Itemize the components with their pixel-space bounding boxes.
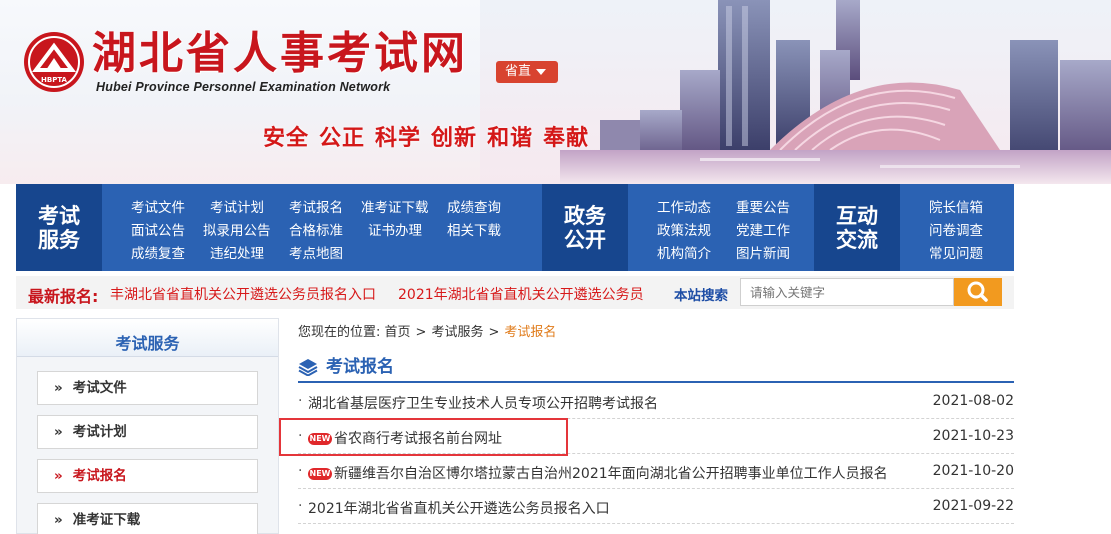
breadcrumb-separator: > <box>488 325 500 340</box>
latest-registration-bar: 最新报名: 丰湖北省省直机关公开遴选公务员报名入口 2021年湖北省省直机关公开… <box>16 276 1014 309</box>
nav-link[interactable]: 面试公告 <box>131 219 185 239</box>
breadcrumb: 您现在的位置: 首页 > 考试服务 > 考试报名 <box>298 321 556 340</box>
nav-link[interactable]: 图片新闻 <box>736 242 790 262</box>
nav-link[interactable]: 重要公告 <box>736 196 790 216</box>
layers-icon <box>298 359 318 376</box>
section-title: 考试报名 <box>326 357 394 377</box>
nav-link[interactable]: 问卷调查 <box>929 219 983 239</box>
nav-heading-interaction: 互动 交流 <box>836 203 878 252</box>
nav-link[interactable]: 考试报名 <box>289 196 343 216</box>
site-title[interactable]: 湖北省人事考试网 <box>92 28 468 80</box>
nav-link[interactable]: 合格标准 <box>289 219 343 239</box>
list-item[interactable]: · 2021年湖北省省直机关公开遴选公务员报名入口 2021-09-22 <box>298 489 1014 524</box>
nav-link[interactable]: 考点地图 <box>289 242 343 262</box>
slogan-word: 公正 <box>319 126 366 151</box>
nav-link[interactable]: 相关下载 <box>447 219 501 239</box>
section-heading: 考试报名 <box>298 352 394 377</box>
nav-link[interactable]: 违纪处理 <box>210 242 264 262</box>
list-item-date: 2021-08-02 <box>932 393 1014 409</box>
list-item[interactable]: · 湖北省基层医疗卫生专业技术人员专项公开招聘考试报名 2021-08-02 <box>298 384 1014 419</box>
slogan-word: 安全 <box>263 126 310 151</box>
slogan-word: 奉献 <box>543 126 590 151</box>
double-chevron-right-icon: » <box>54 380 63 396</box>
nav-heading-exam-service: 考试 服务 <box>38 203 80 252</box>
main-navigation: 考试 服务 考试文件 考试计划 考试报名 准考证下载 成绩查询 面试公告 拟录用… <box>16 184 1014 271</box>
double-chevron-right-icon: » <box>54 468 63 484</box>
sidebar-item-label: 考试文件 <box>72 380 127 396</box>
nav-heading-government: 政务 公开 <box>564 203 606 252</box>
nav-link[interactable]: 院长信箱 <box>929 196 983 216</box>
logo-icon: HBPTA <box>24 32 84 92</box>
list-item-title-wrap[interactable]: NEW 新疆维吾尔自治区博尔塔拉蒙古自治州2021年面向湖北省公开招聘事业单位工作… <box>308 463 888 483</box>
sidebar-item-exam-registration[interactable]: » 考试报名 <box>37 459 258 493</box>
double-chevron-right-icon: » <box>54 424 63 440</box>
breadcrumb-link-exam-service[interactable]: 考试服务 <box>431 325 483 340</box>
caret-down-icon <box>536 68 547 75</box>
breadcrumb-prefix: 您现在的位置: <box>298 325 381 340</box>
bullet: · <box>298 463 303 479</box>
nav-link[interactable]: 政策法规 <box>657 219 711 239</box>
search-button[interactable] <box>954 278 1002 306</box>
nav-link[interactable]: 成绩查询 <box>447 196 501 216</box>
header-banner: HBPTA 湖北省人事考试网 Hubei Province Personnel … <box>0 0 1111 184</box>
nav-block-interaction: 互动 交流 <box>814 184 900 271</box>
list-item-date: 2021-09-22 <box>932 498 1014 514</box>
slogan-word: 科学 <box>375 126 422 151</box>
bullet: · <box>298 393 303 409</box>
slogan: 安全 公正 科学 创新 和谐 奉献 <box>263 120 599 152</box>
nav-link[interactable]: 常见问题 <box>929 242 983 262</box>
list-item-title[interactable]: 新疆维吾尔自治区博尔塔拉蒙古自治州2021年面向湖北省公开招聘事业单位工作人员报… <box>334 466 888 482</box>
department-dropdown-label: 省直 <box>505 64 532 79</box>
highlight-box <box>279 418 568 456</box>
nav-link[interactable]: 考试计划 <box>210 196 264 216</box>
slogan-word: 和谐 <box>487 126 534 151</box>
sidebar-item-label: 准考证下载 <box>72 512 141 528</box>
breadcrumb-separator: > <box>415 325 427 340</box>
nav-block-government: 政务 公开 <box>542 184 628 271</box>
sidebar-header: 考试服务 <box>17 319 278 357</box>
list-item-title[interactable]: 湖北省基层医疗卫生专业技术人员专项公开招聘考试报名 <box>308 393 658 413</box>
nav-link[interactable]: 证书办理 <box>368 219 422 239</box>
double-chevron-right-icon: » <box>54 512 63 528</box>
breadcrumb-link-home[interactable]: 首页 <box>385 325 411 340</box>
site-subtitle: Hubei Province Personnel Examination Net… <box>96 80 391 94</box>
sidebar: 考试服务 » 考试文件 » 考试计划 » 考试报名 » 准考证下载 <box>16 318 279 534</box>
sidebar-title: 考试服务 <box>115 334 180 353</box>
nav-link[interactable]: 准考证下载 <box>361 196 429 216</box>
nav-link[interactable]: 工作动态 <box>657 196 711 216</box>
latest-registration-link[interactable]: 丰湖北省省直机关公开遴选公务员报名入口 <box>110 284 376 304</box>
latest-registration-label: 最新报名: <box>28 287 99 306</box>
new-badge-icon: NEW <box>308 468 332 480</box>
latest-registration-link[interactable]: 2021年湖北省省直机关公开遴选公务员 <box>398 284 644 304</box>
nav-link[interactable]: 党建工作 <box>736 219 790 239</box>
nav-link[interactable]: 考试文件 <box>131 196 185 216</box>
list-item-date: 2021-10-20 <box>932 463 1014 479</box>
list-item-date: 2021-10-23 <box>932 428 1014 444</box>
nav-link[interactable]: 拟录用公告 <box>203 219 271 239</box>
sidebar-item-admission-ticket-download[interactable]: » 准考证下载 <box>37 503 258 534</box>
slogan-word: 创新 <box>431 126 478 151</box>
nav-link[interactable]: 机构简介 <box>657 242 711 262</box>
sidebar-item-label: 考试报名 <box>72 468 127 484</box>
department-dropdown[interactable]: 省直 <box>496 61 558 83</box>
list-item-title[interactable]: 2021年湖北省省直机关公开遴选公务员报名入口 <box>308 498 610 518</box>
list-item[interactable]: · NEW 新疆维吾尔自治区博尔塔拉蒙古自治州2021年面向湖北省公开招聘事业单位… <box>298 454 1014 489</box>
logo-text: HBPTA <box>41 76 68 84</box>
bullet: · <box>298 498 303 514</box>
sidebar-item-exam-documents[interactable]: » 考试文件 <box>37 371 258 405</box>
breadcrumb-current[interactable]: 考试报名 <box>504 325 556 340</box>
nav-link[interactable]: 成绩复查 <box>131 242 185 262</box>
page: HBPTA 湖北省人事考试网 Hubei Province Personnel … <box>0 0 1111 534</box>
search-input[interactable] <box>740 278 954 306</box>
sidebar-item-exam-plan[interactable]: » 考试计划 <box>37 415 258 449</box>
section-divider <box>298 381 1014 383</box>
search-icon <box>967 281 988 302</box>
sidebar-item-label: 考试计划 <box>72 424 127 440</box>
search-label: 本站搜索 <box>674 288 728 304</box>
nav-block-exam-service: 考试 服务 <box>16 184 102 271</box>
